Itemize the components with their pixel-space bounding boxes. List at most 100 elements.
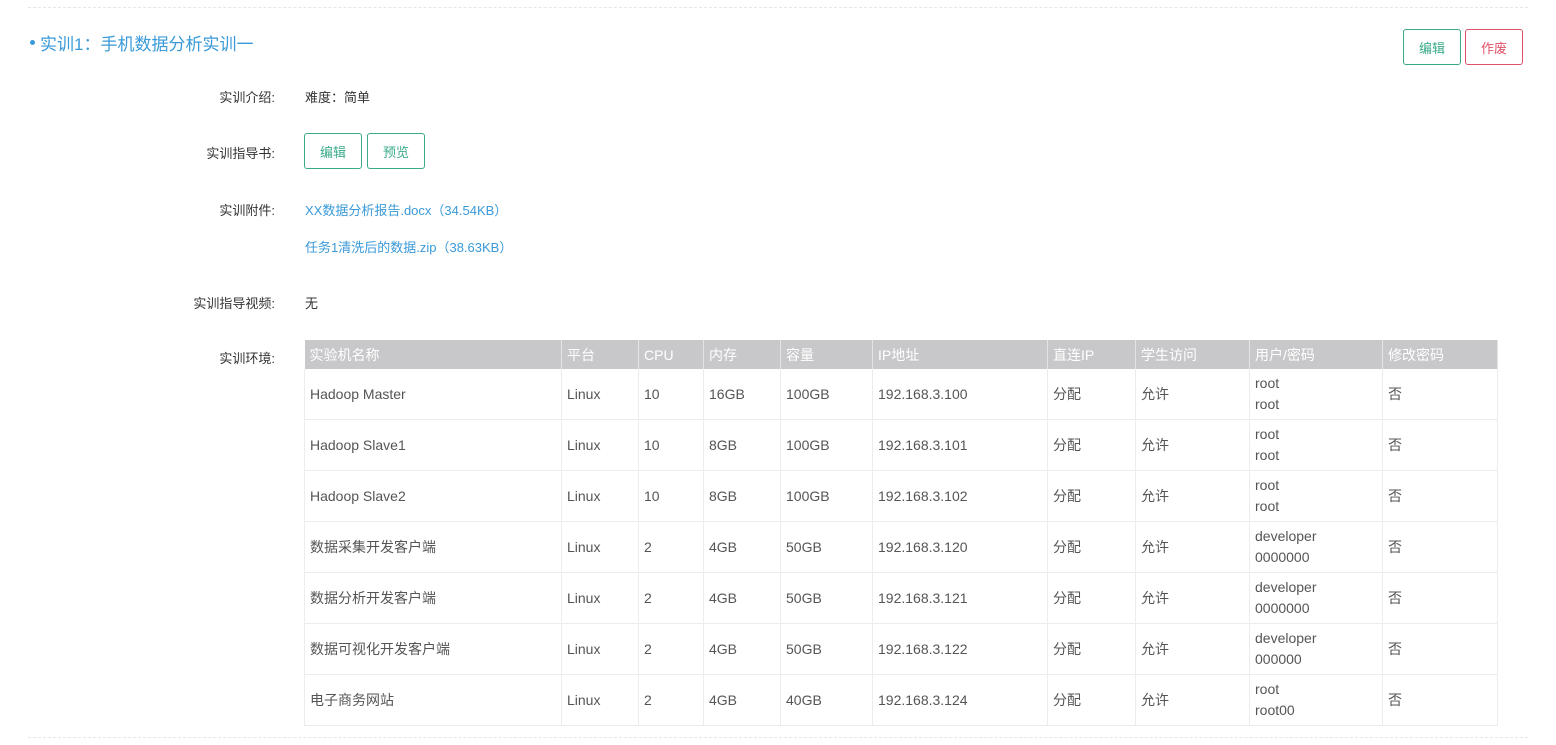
- change-password-cell: 否: [1382, 369, 1498, 420]
- column-header: 平台: [561, 340, 639, 369]
- table-row: 电子商务网站 Linux 2 4GB 40GB 192.168.3.124 分配…: [304, 674, 1498, 726]
- vm-name-cell: 数据采集开发客户端: [304, 521, 562, 573]
- student-access-cell: 允许: [1135, 419, 1250, 471]
- platform-cell: Linux: [561, 674, 639, 726]
- intro-label: 实训介绍:: [219, 90, 275, 105]
- void-training-button[interactable]: 作废: [1465, 29, 1523, 65]
- table-row: 数据可视化开发客户端 Linux 2 4GB 50GB 192.168.3.12…: [304, 623, 1498, 675]
- password: root: [1255, 447, 1280, 463]
- direct-ip-cell: 分配: [1047, 419, 1136, 471]
- preview-guide-button[interactable]: 预览: [367, 133, 425, 169]
- password: 000000: [1255, 651, 1302, 667]
- cpu-cell: 10: [638, 369, 704, 420]
- ip-cell: 192.168.3.100: [872, 369, 1048, 420]
- student-access-cell: 允许: [1135, 572, 1250, 624]
- table-row: Hadoop Slave1 Linux 10 8GB 100GB 192.168…: [304, 419, 1498, 471]
- table-row: Hadoop Master Linux 10 16GB 100GB 192.16…: [304, 369, 1498, 420]
- guide-label: 实训指导书:: [206, 146, 275, 161]
- capacity-cell: 100GB: [780, 369, 873, 420]
- column-header: 实验机名称: [304, 340, 562, 369]
- cpu-cell: 2: [638, 623, 704, 675]
- column-header: 内存: [703, 340, 781, 369]
- bottom-divider: [28, 737, 1528, 738]
- platform-cell: Linux: [561, 521, 639, 573]
- vm-name-cell: 数据可视化开发客户端: [304, 623, 562, 675]
- cpu-cell: 10: [638, 470, 704, 522]
- change-password-cell: 否: [1382, 623, 1498, 675]
- credentials-cell: developer 000000: [1249, 623, 1383, 675]
- password: root: [1255, 396, 1280, 412]
- direct-ip-cell: 分配: [1047, 623, 1136, 675]
- platform-cell: Linux: [561, 419, 639, 471]
- cpu-cell: 2: [638, 674, 704, 726]
- password: 0000000: [1255, 600, 1310, 616]
- memory-cell: 4GB: [703, 674, 781, 726]
- column-header: 学生访问: [1135, 340, 1250, 369]
- attachment-link[interactable]: 任务1清洗后的数据.zip（38.63KB）: [305, 237, 512, 256]
- credentials-cell: root root: [1249, 470, 1383, 522]
- platform-cell: Linux: [561, 623, 639, 675]
- attachment-link[interactable]: XX数据分析报告.docx（34.54KB）: [305, 200, 507, 219]
- vm-name-cell: Hadoop Master: [304, 369, 562, 420]
- video-value: 无: [305, 296, 319, 311]
- student-access-cell: 允许: [1135, 470, 1250, 522]
- vm-name-cell: Hadoop Slave1: [304, 419, 562, 471]
- vm-name-cell: 数据分析开发客户端: [304, 572, 562, 624]
- capacity-cell: 50GB: [780, 572, 873, 624]
- ip-cell: 192.168.3.122: [872, 623, 1048, 675]
- attachments-label: 实训附件:: [219, 203, 275, 218]
- column-header: 修改密码: [1382, 340, 1498, 369]
- table-header-row: 实验机名称 平台 CPU 内存 容量 IP地址 直连IP 学生访问 用户/密码 …: [304, 340, 1498, 369]
- username: root: [1255, 375, 1280, 391]
- column-header: CPU: [638, 340, 704, 369]
- password: 0000000: [1255, 549, 1310, 565]
- memory-cell: 4GB: [703, 572, 781, 624]
- vm-name-cell: 电子商务网站: [304, 674, 562, 726]
- table-row: 数据分析开发客户端 Linux 2 4GB 50GB 192.168.3.121…: [304, 572, 1498, 624]
- column-header: IP地址: [872, 340, 1048, 369]
- vm-name-cell: Hadoop Slave2: [304, 470, 562, 522]
- student-access-cell: 允许: [1135, 623, 1250, 675]
- edit-training-button[interactable]: 编辑: [1403, 29, 1461, 65]
- change-password-cell: 否: [1382, 521, 1498, 573]
- top-divider: [28, 7, 1528, 8]
- platform-cell: Linux: [561, 572, 639, 624]
- cpu-cell: 2: [638, 572, 704, 624]
- direct-ip-cell: 分配: [1047, 369, 1136, 420]
- ip-cell: 192.168.3.120: [872, 521, 1048, 573]
- change-password-cell: 否: [1382, 572, 1498, 624]
- intro-value: 难度：简单: [305, 90, 371, 105]
- direct-ip-cell: 分配: [1047, 470, 1136, 522]
- memory-cell: 8GB: [703, 470, 781, 522]
- platform-cell: Linux: [561, 470, 639, 522]
- password: root00: [1255, 702, 1295, 718]
- edit-guide-button[interactable]: 编辑: [304, 133, 362, 169]
- password: root: [1255, 498, 1280, 514]
- change-password-cell: 否: [1382, 470, 1498, 522]
- change-password-cell: 否: [1382, 674, 1498, 726]
- username: developer: [1255, 528, 1317, 544]
- capacity-cell: 100GB: [780, 419, 873, 471]
- student-access-cell: 允许: [1135, 674, 1250, 726]
- training-detail-page: 实训1：手机数据分析实训一 编辑 作废 实训介绍: 难度：简单 实训指导书: 编…: [0, 0, 1556, 745]
- student-access-cell: 允许: [1135, 369, 1250, 420]
- memory-cell: 16GB: [703, 369, 781, 420]
- column-header: 直连IP: [1047, 340, 1136, 369]
- ip-cell: 192.168.3.101: [872, 419, 1048, 471]
- username: developer: [1255, 630, 1317, 646]
- section-title: 实训1：手机数据分析实训一: [30, 30, 253, 55]
- credentials-cell: root root00: [1249, 674, 1383, 726]
- video-label: 实训指导视频:: [193, 296, 275, 311]
- direct-ip-cell: 分配: [1047, 674, 1136, 726]
- direct-ip-cell: 分配: [1047, 572, 1136, 624]
- column-header: 用户/密码: [1249, 340, 1383, 369]
- section-title-text: 实训1：手机数据分析实训一: [40, 35, 254, 54]
- memory-cell: 4GB: [703, 521, 781, 573]
- cpu-cell: 2: [638, 521, 704, 573]
- credentials-cell: root root: [1249, 419, 1383, 471]
- cpu-cell: 10: [638, 419, 704, 471]
- username: root: [1255, 426, 1280, 442]
- capacity-cell: 100GB: [780, 470, 873, 522]
- ip-cell: 192.168.3.124: [872, 674, 1048, 726]
- memory-cell: 4GB: [703, 623, 781, 675]
